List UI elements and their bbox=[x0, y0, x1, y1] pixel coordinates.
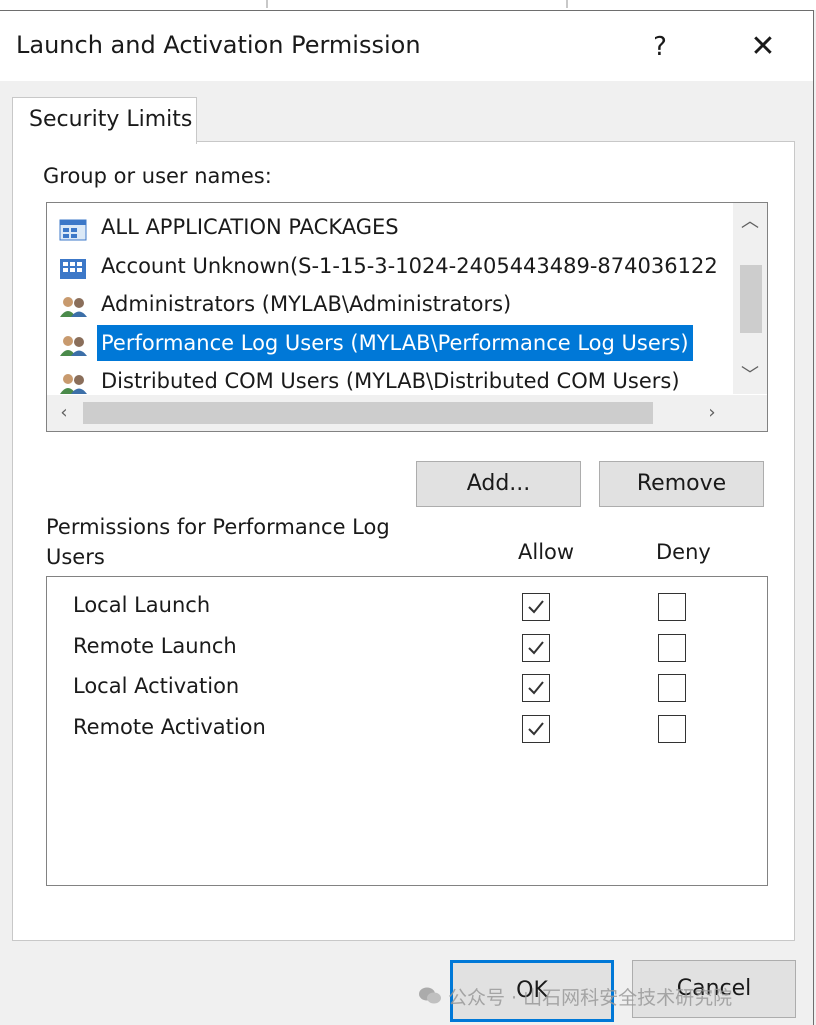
background-divider bbox=[266, 0, 268, 8]
group-list-label: Group or user names: bbox=[43, 164, 272, 188]
permission-label: Remote Activation bbox=[73, 715, 266, 740]
ok-button[interactable]: OK bbox=[450, 960, 614, 1022]
remove-button[interactable]: Remove bbox=[599, 461, 764, 507]
list-item[interactable]: Performance Log Users (MYLAB\Performance… bbox=[57, 324, 747, 361]
background-divider bbox=[566, 0, 568, 8]
permission-label: Remote Launch bbox=[73, 633, 237, 658]
app-packages-icon bbox=[59, 216, 89, 241]
list-item-label: Performance Log Users (MYLAB\Performance… bbox=[97, 324, 693, 361]
unknown-account-icon bbox=[59, 255, 89, 279]
permission-row: Remote Launch bbox=[47, 630, 767, 670]
list-item-label: Administrators (MYLAB\Administrators) bbox=[101, 292, 512, 316]
permission-row: Remote Activation bbox=[47, 711, 767, 751]
list-item-label: Distributed COM Users (MYLAB\Distributed… bbox=[101, 369, 680, 393]
scrollbar-corner bbox=[733, 395, 767, 431]
wechat-icon bbox=[418, 986, 442, 1011]
deny-checkbox[interactable] bbox=[658, 593, 686, 621]
background-window-strip bbox=[0, 0, 816, 10]
deny-checkbox[interactable] bbox=[658, 715, 686, 744]
users-group-icon bbox=[59, 370, 89, 394]
allow-checkbox[interactable] bbox=[522, 633, 550, 662]
vertical-scroll-thumb[interactable] bbox=[740, 265, 762, 333]
users-group-icon bbox=[59, 332, 89, 356]
tab-security-limits[interactable]: Security Limits bbox=[12, 97, 197, 144]
tab-panel: Group or user names: ALL APPLICATION PAC… bbox=[12, 141, 795, 941]
list-item[interactable]: Distributed COM Users (MYLAB\Distributed… bbox=[57, 363, 747, 399]
dialog-window: Launch and Activation Permission ? ✕ Sec… bbox=[0, 10, 814, 1025]
scroll-down-arrow-icon[interactable]: ﹀ bbox=[733, 361, 767, 387]
deny-checkbox[interactable] bbox=[658, 633, 686, 662]
scroll-right-arrow-icon[interactable]: › bbox=[695, 395, 729, 431]
permission-label: Local Launch bbox=[73, 593, 211, 617]
allow-column-header: Allow bbox=[518, 540, 575, 564]
permission-row: Local Launch bbox=[47, 589, 767, 629]
deny-column-header: Deny bbox=[656, 540, 711, 564]
list-item[interactable]: Administrators (MYLAB\Administrators) bbox=[57, 286, 747, 322]
list-item-label: Account Unknown(S-1-15-3-1024-2405443489… bbox=[101, 253, 718, 278]
users-group-icon bbox=[59, 293, 89, 317]
add-button[interactable]: Add... bbox=[416, 461, 581, 507]
allow-checkbox[interactable] bbox=[522, 715, 550, 744]
horizontal-scrollbar[interactable]: ‹ › bbox=[47, 395, 767, 431]
dialog-title: Launch and Activation Permission bbox=[16, 31, 421, 59]
help-button[interactable]: ? bbox=[640, 25, 680, 69]
allow-checkbox[interactable] bbox=[522, 674, 550, 703]
horizontal-scroll-thumb[interactable] bbox=[83, 402, 653, 424]
deny-checkbox[interactable] bbox=[658, 674, 686, 703]
permission-row: Local Activation bbox=[47, 670, 767, 710]
scroll-left-arrow-icon[interactable]: ‹ bbox=[47, 395, 81, 431]
list-item-label: ALL APPLICATION PACKAGES bbox=[101, 215, 399, 239]
list-item[interactable]: ALL APPLICATION PACKAGES bbox=[57, 209, 747, 245]
vertical-scrollbar[interactable]: ︿ ﹀ bbox=[733, 203, 767, 394]
title-bar: Launch and Activation Permission ? ✕ bbox=[0, 11, 813, 81]
cancel-button[interactable]: Cancel bbox=[632, 960, 796, 1018]
permissions-list: Local Launch Remote Launch Local Activatio… bbox=[46, 576, 768, 886]
permissions-title: Permissions for Performance Log Users bbox=[46, 515, 390, 569]
list-item[interactable]: Account Unknown(S-1-15-3-1024-2405443489… bbox=[57, 248, 747, 284]
close-button[interactable]: ✕ bbox=[740, 25, 786, 69]
group-user-listbox[interactable]: ALL APPLICATION PACKAGES Account Unknown(… bbox=[46, 202, 768, 432]
allow-checkbox[interactable] bbox=[522, 593, 550, 621]
permission-label: Local Activation bbox=[73, 674, 240, 699]
scroll-up-arrow-icon[interactable]: ︿ bbox=[733, 207, 767, 233]
